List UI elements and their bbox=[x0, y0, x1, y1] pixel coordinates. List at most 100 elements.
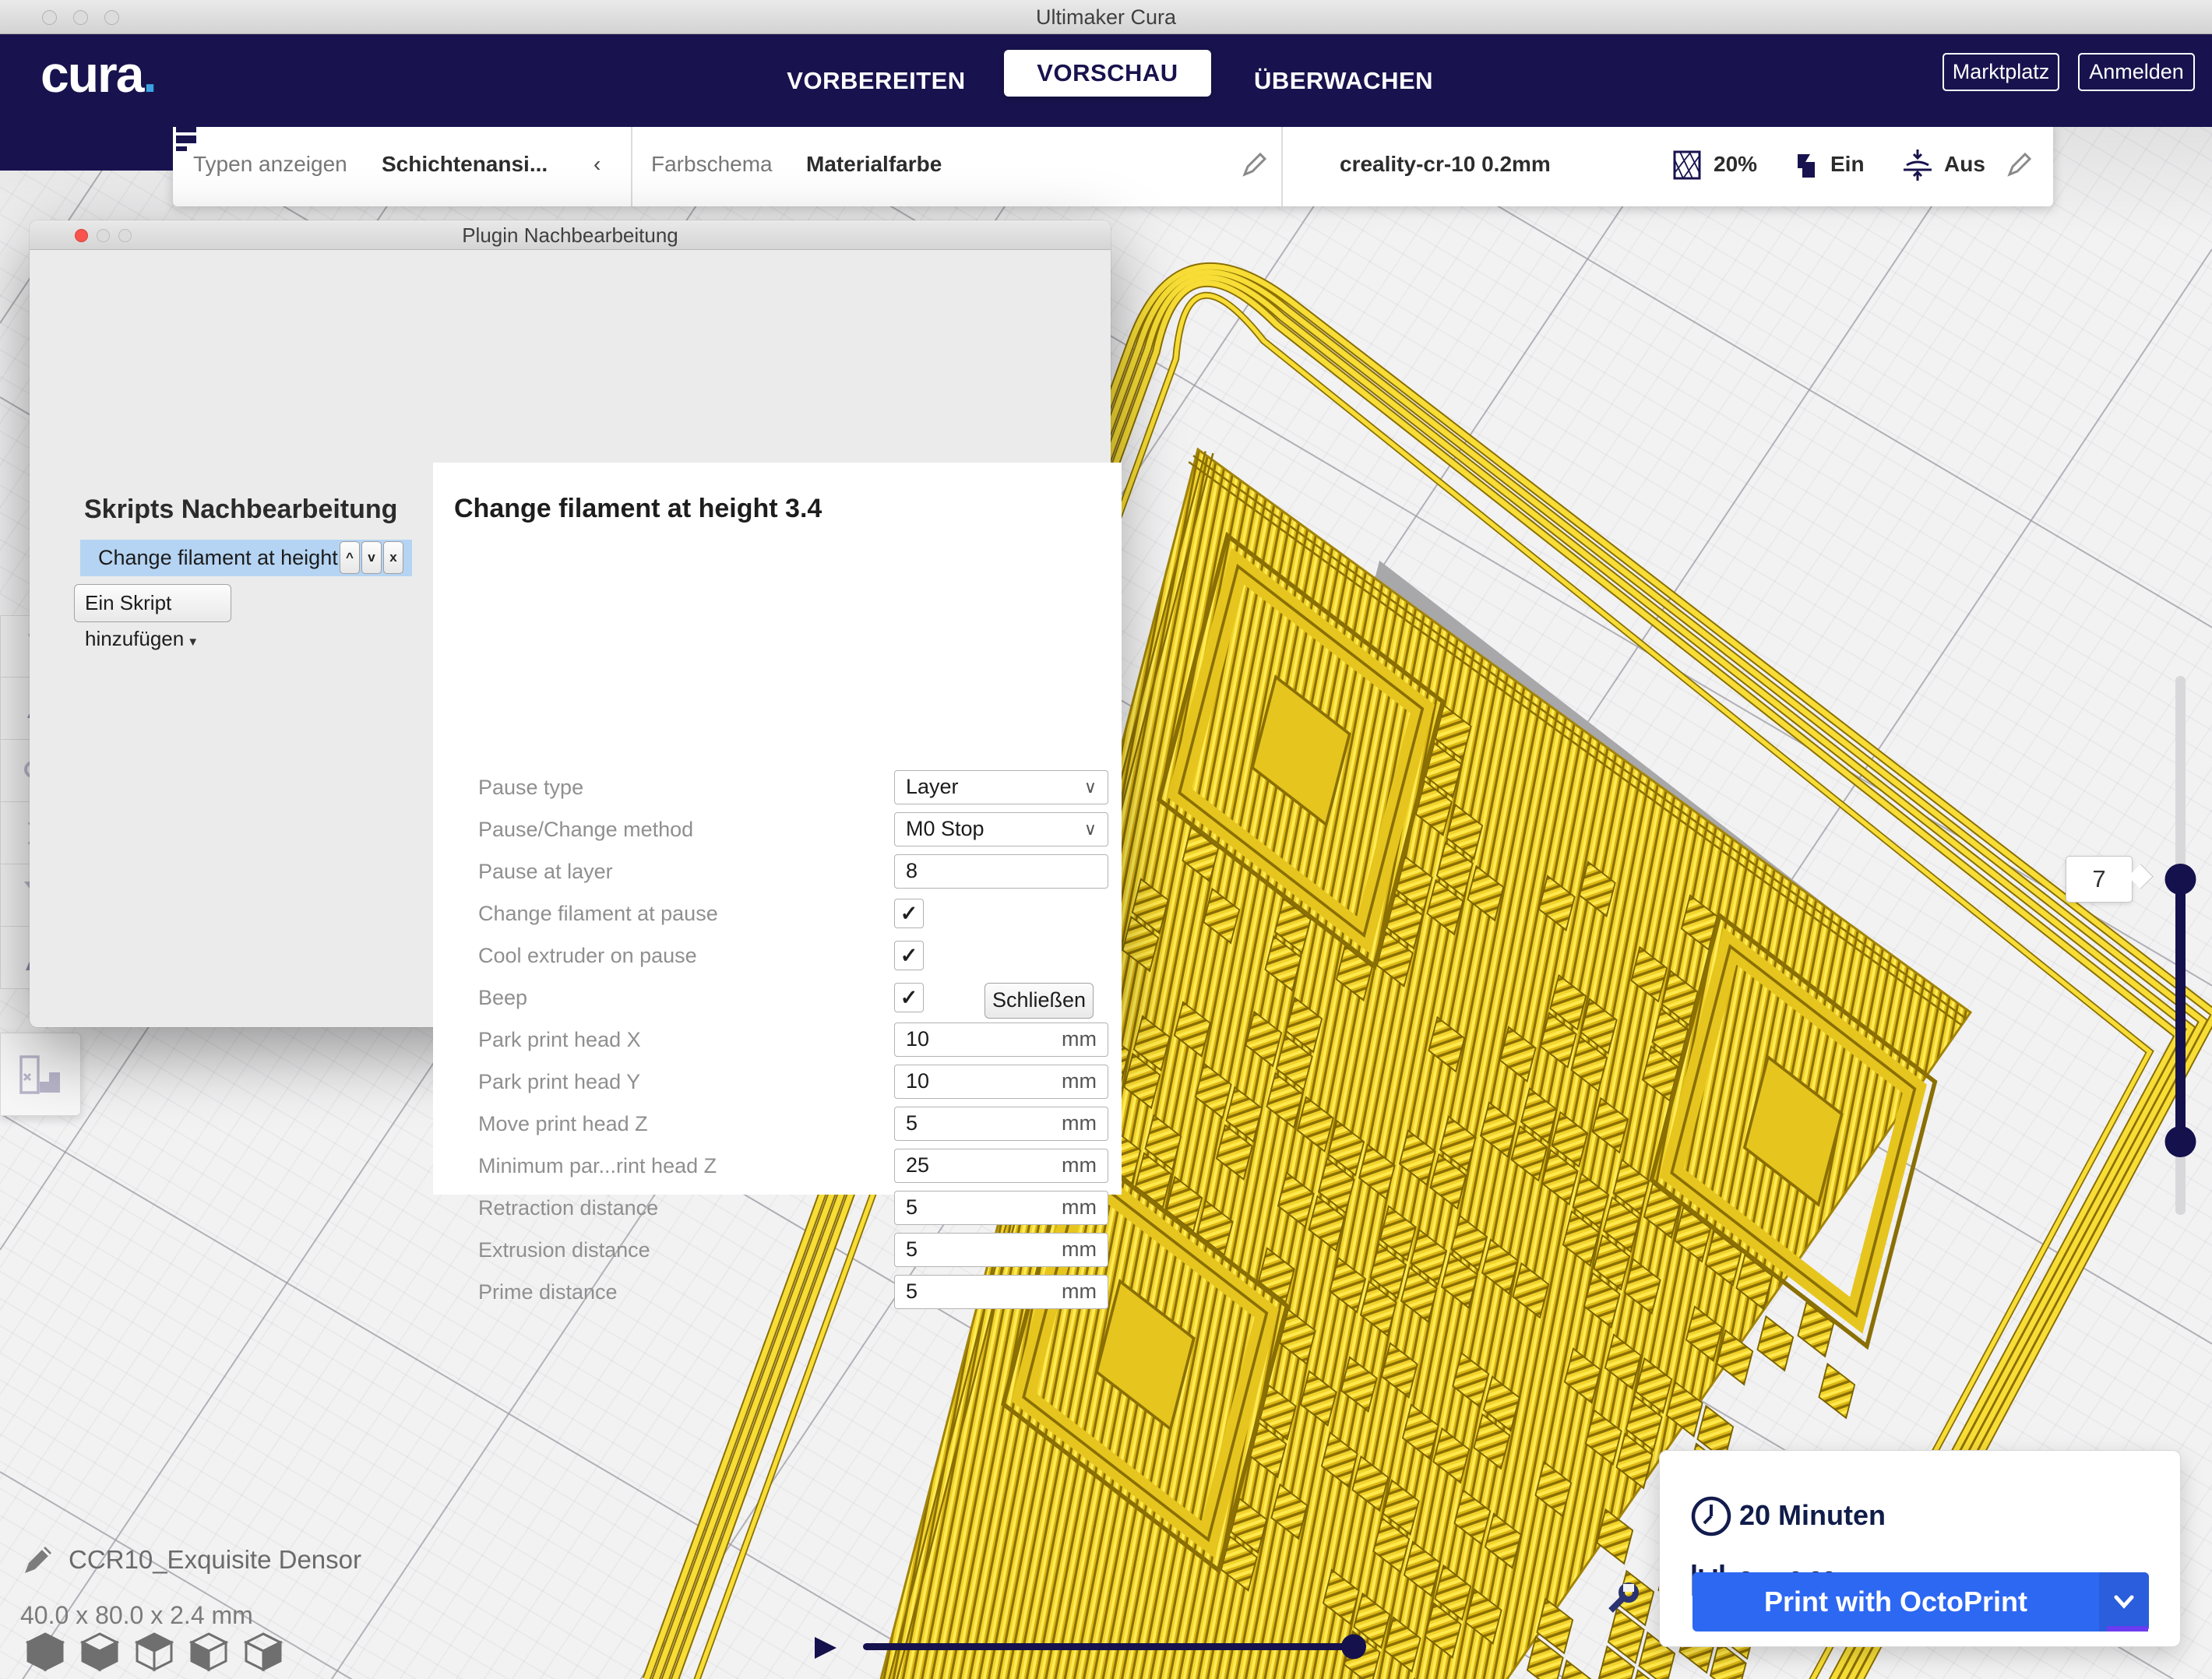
setting-unit: mm bbox=[1062, 1107, 1097, 1139]
cura-logo: cura. bbox=[41, 44, 156, 104]
setting-input[interactable]: 25 mm bbox=[894, 1149, 1108, 1183]
setting-label: Extrusion distance bbox=[478, 1229, 650, 1271]
zoom-window-button[interactable] bbox=[104, 10, 119, 25]
scripts-heading: Skripts Nachbearbeitung bbox=[84, 495, 397, 525]
setting-row: Pause at layer 8 bbox=[433, 850, 1122, 892]
print-options-dropdown[interactable] bbox=[2099, 1572, 2149, 1631]
setting-value: 25 bbox=[906, 1149, 929, 1181]
chevron-down-icon: ∨ bbox=[1084, 771, 1097, 803]
color-scheme-value[interactable]: Materialfarbe bbox=[806, 121, 942, 206]
edit-color-scheme-icon[interactable] bbox=[1240, 150, 1270, 179]
dropdown-caret-icon: ▼ bbox=[187, 635, 199, 649]
view-toolbar: Typen anzeigen Schichtenansi... ‹ Farbsc… bbox=[173, 121, 2053, 206]
setting-unit: mm bbox=[1062, 1149, 1097, 1181]
infill-icon bbox=[1672, 150, 1703, 181]
tab-vorbereiten[interactable]: VORBEREITEN bbox=[771, 34, 981, 127]
setting-input[interactable]: 10 mm bbox=[894, 1065, 1108, 1099]
setting-dropdown[interactable]: M0 Stop∨ bbox=[894, 812, 1108, 847]
post-processing-dialog: Plugin Nachbearbeitung Skripts Nachbearb… bbox=[30, 220, 1111, 1027]
window-titlebar: Ultimaker Cura bbox=[0, 0, 2212, 34]
setting-unit: mm bbox=[1062, 1276, 1097, 1308]
close-window-button[interactable] bbox=[42, 10, 57, 25]
edit-print-settings-icon[interactable] bbox=[2005, 150, 2034, 179]
edit-model-name-icon[interactable] bbox=[19, 1539, 59, 1579]
print-summary-card: 20 Minuten 3g · 0.99m Print with OctoPri… bbox=[1659, 1450, 2181, 1647]
script-settings-panel: Change filament at height 3.4 Pause type… bbox=[433, 463, 1122, 1195]
script-settings-heading: Change filament at height 3.4 bbox=[454, 494, 1122, 524]
color-scheme-label: Farbschema bbox=[651, 121, 773, 206]
view-type-label: Typen anzeigen bbox=[193, 121, 347, 206]
move-script-up-button[interactable]: ^ bbox=[340, 541, 360, 574]
dialog-minimize-button[interactable] bbox=[97, 229, 110, 242]
setting-input[interactable]: 5 mm bbox=[894, 1275, 1108, 1309]
model-name[interactable]: CCR10_Exquisite Densor bbox=[69, 1545, 361, 1575]
setting-row: Cool extruder on pause ✓ bbox=[433, 935, 1122, 977]
setting-label: Pause/Change method bbox=[478, 808, 693, 850]
setting-row: Prime distance 5 mm bbox=[433, 1271, 1122, 1313]
object-list-button[interactable] bbox=[0, 1033, 81, 1116]
adhesion-value[interactable]: Aus bbox=[1944, 121, 1985, 206]
minimize-window-button[interactable] bbox=[73, 10, 88, 25]
setting-row: Retraction distance5mm bbox=[433, 1187, 1122, 1229]
collapse-chevron-icon[interactable]: ‹ bbox=[594, 121, 601, 206]
print-with-octoprint-button[interactable]: Print with OctoPrint bbox=[1692, 1572, 2149, 1631]
setting-row: Extrusion distance 5mm bbox=[433, 1229, 1122, 1271]
setting-row: Pause/Change method M0 Stop∨ bbox=[433, 808, 1122, 850]
setting-value: M0 Stop bbox=[906, 813, 984, 845]
dialog-zoom-button[interactable] bbox=[118, 229, 132, 242]
signin-button[interactable]: Anmelden bbox=[2078, 53, 2195, 91]
dialog-title: Plugin Nachbearbeitung bbox=[30, 220, 1111, 250]
setting-checkbox[interactable]: ✓ bbox=[894, 899, 924, 928]
setting-input[interactable]: 8 bbox=[894, 854, 1108, 889]
main-header-extension bbox=[0, 127, 173, 171]
setting-value: 5 bbox=[906, 1276, 918, 1308]
setting-dropdown[interactable]: Layer∨ bbox=[894, 770, 1108, 804]
setting-unit: mm bbox=[1062, 1065, 1097, 1097]
close-dialog-button[interactable]: Schließen bbox=[984, 983, 1094, 1019]
remove-script-button[interactable]: x bbox=[383, 541, 403, 574]
setting-row: Park print head X10mm bbox=[433, 1019, 1122, 1061]
tab-ueberwachen[interactable]: ÜBERWACHEN bbox=[1238, 34, 1449, 127]
tab-vorschau[interactable]: VORSCHAU bbox=[1004, 50, 1211, 97]
model-list-icons[interactable] bbox=[19, 1631, 299, 1674]
setting-checkbox[interactable]: ✓ bbox=[894, 983, 924, 1012]
setting-checkbox[interactable]: ✓ bbox=[894, 941, 924, 970]
setting-label: Prime distance bbox=[478, 1271, 618, 1313]
setting-row: Pause typeLayer∨ bbox=[433, 766, 1122, 808]
selected-script-row[interactable]: Change filament at height 3.4 ^ v x bbox=[80, 540, 412, 576]
setting-input[interactable]: 10mm bbox=[894, 1023, 1108, 1057]
add-script-button[interactable]: Ein Skript hinzufügen▼ bbox=[74, 584, 231, 622]
setting-label: Minimum par...rint head Z bbox=[478, 1145, 717, 1187]
model-dimensions: 40.0 x 80.0 x 2.4 mm bbox=[20, 1601, 253, 1630]
adhesion-icon bbox=[1900, 148, 1935, 182]
setting-label: Pause at layer bbox=[478, 850, 613, 892]
setting-label: Cool extruder on pause bbox=[478, 935, 697, 977]
setting-unit: mm bbox=[1062, 1023, 1097, 1055]
setting-row: Park print head Y10mm bbox=[433, 1061, 1122, 1103]
print-time: 20 Minuten bbox=[1739, 1499, 1886, 1532]
dialog-close-button[interactable] bbox=[75, 229, 88, 242]
support-value[interactable]: Ein bbox=[1830, 121, 1865, 206]
setting-input[interactable]: 5mm bbox=[894, 1233, 1108, 1267]
move-script-down-button[interactable]: v bbox=[361, 541, 382, 574]
print-button-label: Print with OctoPrint bbox=[1692, 1572, 2099, 1631]
setting-label: Beep bbox=[478, 977, 527, 1019]
view-type-value[interactable]: Schichtenansi... bbox=[382, 121, 548, 206]
setting-row: Move print head Z5mm bbox=[433, 1103, 1122, 1145]
dialog-titlebar[interactable]: Plugin Nachbearbeitung bbox=[30, 220, 1111, 250]
setting-row: Change filament at pause ✓ bbox=[433, 892, 1122, 935]
setting-value: 5 bbox=[906, 1234, 918, 1265]
setting-input[interactable]: 5 mm bbox=[894, 1191, 1108, 1225]
marketplace-button[interactable]: Marktplatz bbox=[1943, 53, 2059, 91]
printer-profile-value[interactable]: creality-cr-10 0.2mm bbox=[1340, 121, 1551, 206]
setting-value: 10 bbox=[906, 1065, 929, 1097]
setting-value: 5 bbox=[906, 1191, 918, 1223]
layer-slider-value: 7 bbox=[2066, 856, 2133, 903]
window-title: Ultimaker Cura bbox=[0, 0, 2212, 34]
clock-icon bbox=[1689, 1494, 1733, 1538]
setting-unit: mm bbox=[1062, 1191, 1097, 1223]
setting-label: Change filament at pause bbox=[478, 892, 718, 935]
setting-row: Minimum par...rint head Z 25 mm bbox=[433, 1145, 1122, 1187]
infill-value[interactable]: 20% bbox=[1714, 121, 1757, 206]
setting-input[interactable]: 5mm bbox=[894, 1107, 1108, 1141]
